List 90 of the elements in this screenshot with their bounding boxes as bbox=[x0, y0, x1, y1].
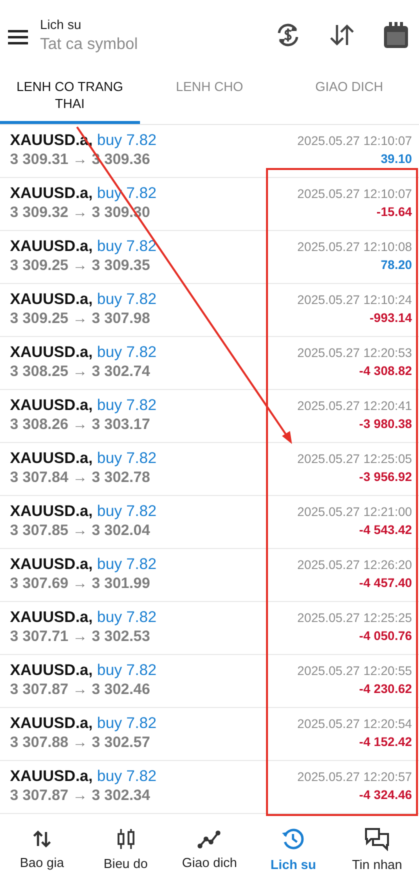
nav-item[interactable]: Lich su bbox=[251, 816, 336, 882]
deal-row[interactable]: XAUUSD.a, buy 7.82 3 307.69 → 3 301.99 2025.05.27 12:26:20 -4 457.40 bbox=[0, 549, 419, 602]
deal-time: 2025.05.27 12:20:53 bbox=[297, 345, 412, 362]
deal-row[interactable]: XAUUSD.a, buy 7.82 3 307.87 → 3 302.46 2025.05.27 12:20:55 -4 230.62 bbox=[0, 655, 419, 708]
deal-prices: 3 309.25 → 3 309.35 bbox=[10, 256, 152, 275]
deal-side: buy 7.82 bbox=[97, 344, 156, 361]
deal-row[interactable]: XAUUSD.a, buy 7.82 3 307.85 → 3 302.04 2025.05.27 12:21:00 -4 543.42 bbox=[0, 496, 419, 549]
deal-profit: -4 050.76 bbox=[359, 628, 412, 645]
deal-side: buy 7.82 bbox=[97, 291, 156, 308]
deal-profit: -3 980.38 bbox=[359, 416, 412, 433]
deal-prices: 3 308.26 → 3 303.17 bbox=[10, 415, 152, 434]
deal-time: 2025.05.27 12:25:05 bbox=[297, 451, 412, 468]
line-chart-icon bbox=[197, 828, 222, 848]
nav-item[interactable]: Tin nhan bbox=[335, 816, 419, 882]
deal-time: 2025.05.27 12:25:25 bbox=[297, 610, 412, 627]
deal-prices: 3 307.85 → 3 302.04 bbox=[10, 521, 152, 540]
calendar-icon[interactable] bbox=[383, 21, 409, 49]
deal-profit: -4 543.42 bbox=[359, 522, 412, 539]
deal-side: buy 7.82 bbox=[97, 609, 156, 626]
deal-time: 2025.05.27 12:26:20 bbox=[297, 557, 412, 574]
deal-symbol: XAUUSD.a, bbox=[10, 715, 93, 732]
screen-title: Lich su bbox=[40, 16, 82, 32]
deal-profit: -15.64 bbox=[376, 204, 412, 221]
deal-time: 2025.05.27 12:10:07 bbox=[297, 133, 412, 150]
deal-prices: 3 307.69 → 3 301.99 bbox=[10, 574, 152, 593]
nav-item[interactable]: Bao gia bbox=[0, 816, 84, 882]
deal-time: 2025.05.27 12:20:41 bbox=[297, 398, 412, 415]
tab[interactable]: LENH CO TRANG THAI bbox=[0, 70, 140, 124]
tab[interactable]: GIAO DICH bbox=[279, 70, 419, 124]
deal-side: buy 7.82 bbox=[97, 132, 156, 149]
deal-time: 2025.05.27 12:20:55 bbox=[297, 663, 412, 680]
deal-symbol: XAUUSD.a, bbox=[10, 556, 93, 573]
deal-profit: -4 230.62 bbox=[359, 681, 412, 698]
deal-time: 2025.05.27 12:20:57 bbox=[297, 769, 412, 786]
deal-symbol: XAUUSD.a, bbox=[10, 450, 93, 467]
deal-side: buy 7.82 bbox=[97, 238, 156, 255]
deal-time: 2025.05.27 12:21:00 bbox=[297, 504, 412, 521]
deal-side: buy 7.82 bbox=[97, 715, 156, 732]
deal-symbol: XAUUSD.a, bbox=[10, 503, 93, 520]
deal-prices: 3 307.87 → 3 302.34 bbox=[10, 786, 152, 805]
deal-symbol: XAUUSD.a, bbox=[10, 609, 93, 626]
deal-symbol: XAUUSD.a, bbox=[10, 238, 93, 255]
menu-icon[interactable] bbox=[8, 29, 28, 45]
candlestick-icon bbox=[116, 828, 136, 850]
deal-row[interactable]: XAUUSD.a, buy 7.82 3 309.25 → 3 309.35 2025.05.27 12:10:08 78.20 bbox=[0, 231, 419, 284]
deal-row[interactable]: XAUUSD.a, buy 7.82 3 307.87 → 3 302.34 2025.05.27 12:20:57 -4 324.46 bbox=[0, 761, 419, 814]
deal-profit: -993.14 bbox=[370, 310, 412, 327]
deal-side: buy 7.82 bbox=[97, 662, 156, 679]
deal-prices: 3 307.87 → 3 302.46 bbox=[10, 680, 152, 699]
deal-profit: 39.10 bbox=[380, 151, 412, 168]
deal-time: 2025.05.27 12:10:24 bbox=[297, 292, 412, 309]
sort-icon[interactable] bbox=[329, 23, 355, 47]
deal-prices: 3 307.71 → 3 302.53 bbox=[10, 627, 152, 646]
deal-row[interactable]: XAUUSD.a, buy 7.82 3 309.25 → 3 307.98 2025.05.27 12:10:24 -993.14 bbox=[0, 284, 419, 337]
deal-row[interactable]: XAUUSD.a, buy 7.82 3 307.88 → 3 302.57 2025.05.27 12:20:54 -4 152.42 bbox=[0, 708, 419, 761]
deal-prices: 3 307.88 → 3 302.57 bbox=[10, 733, 152, 752]
deal-symbol: XAUUSD.a, bbox=[10, 185, 93, 202]
deal-profit: -4 324.46 bbox=[359, 787, 412, 804]
deal-symbol: XAUUSD.a, bbox=[10, 768, 93, 785]
deal-side: buy 7.82 bbox=[97, 185, 156, 202]
nav-item[interactable]: Giao dich bbox=[168, 816, 252, 882]
deal-row[interactable]: XAUUSD.a, buy 7.82 3 307.84 → 3 302.78 2025.05.27 12:25:05 -3 956.92 bbox=[0, 443, 419, 496]
deal-time: 2025.05.27 12:10:08 bbox=[297, 239, 412, 256]
deal-prices: 3 308.25 → 3 302.74 bbox=[10, 362, 152, 381]
deal-symbol: XAUUSD.a, bbox=[10, 291, 93, 308]
deal-row[interactable]: XAUUSD.a, buy 7.82 3 308.25 → 3 302.74 2025.05.27 12:20:53 -4 308.82 bbox=[0, 337, 419, 390]
deal-prices: 3 307.84 → 3 302.78 bbox=[10, 468, 152, 487]
tab[interactable]: LENH CHO bbox=[140, 70, 280, 124]
deal-time: 2025.05.27 12:20:54 bbox=[297, 716, 412, 733]
chat-bubbles-icon bbox=[364, 826, 390, 850]
deal-side: buy 7.82 bbox=[97, 450, 156, 467]
deal-profit: -4 308.82 bbox=[359, 363, 412, 380]
deal-profit: -4 152.42 bbox=[359, 734, 412, 751]
arrows-up-down-icon bbox=[32, 828, 52, 848]
deal-profit: 78.20 bbox=[380, 257, 412, 274]
history-clock-icon bbox=[281, 826, 306, 850]
deal-symbol: XAUUSD.a, bbox=[10, 662, 93, 679]
deal-side: buy 7.82 bbox=[97, 556, 156, 573]
deal-symbol: XAUUSD.a, bbox=[10, 397, 93, 414]
deal-profit: -4 457.40 bbox=[359, 575, 412, 592]
deal-row[interactable]: XAUUSD.a, buy 7.82 3 307.71 → 3 302.53 2025.05.27 12:25:25 -4 050.76 bbox=[0, 602, 419, 655]
currency-sync-icon[interactable] bbox=[275, 22, 301, 48]
deal-side: buy 7.82 bbox=[97, 397, 156, 414]
deal-side: buy 7.82 bbox=[97, 768, 156, 785]
deal-profit: -3 956.92 bbox=[359, 469, 412, 486]
nav-item[interactable]: Bieu do bbox=[84, 816, 168, 882]
deal-side: buy 7.82 bbox=[97, 503, 156, 520]
deal-prices: 3 309.25 → 3 307.98 bbox=[10, 309, 152, 328]
deal-symbol: XAUUSD.a, bbox=[10, 344, 93, 361]
deal-time: 2025.05.27 12:10:07 bbox=[297, 186, 412, 203]
